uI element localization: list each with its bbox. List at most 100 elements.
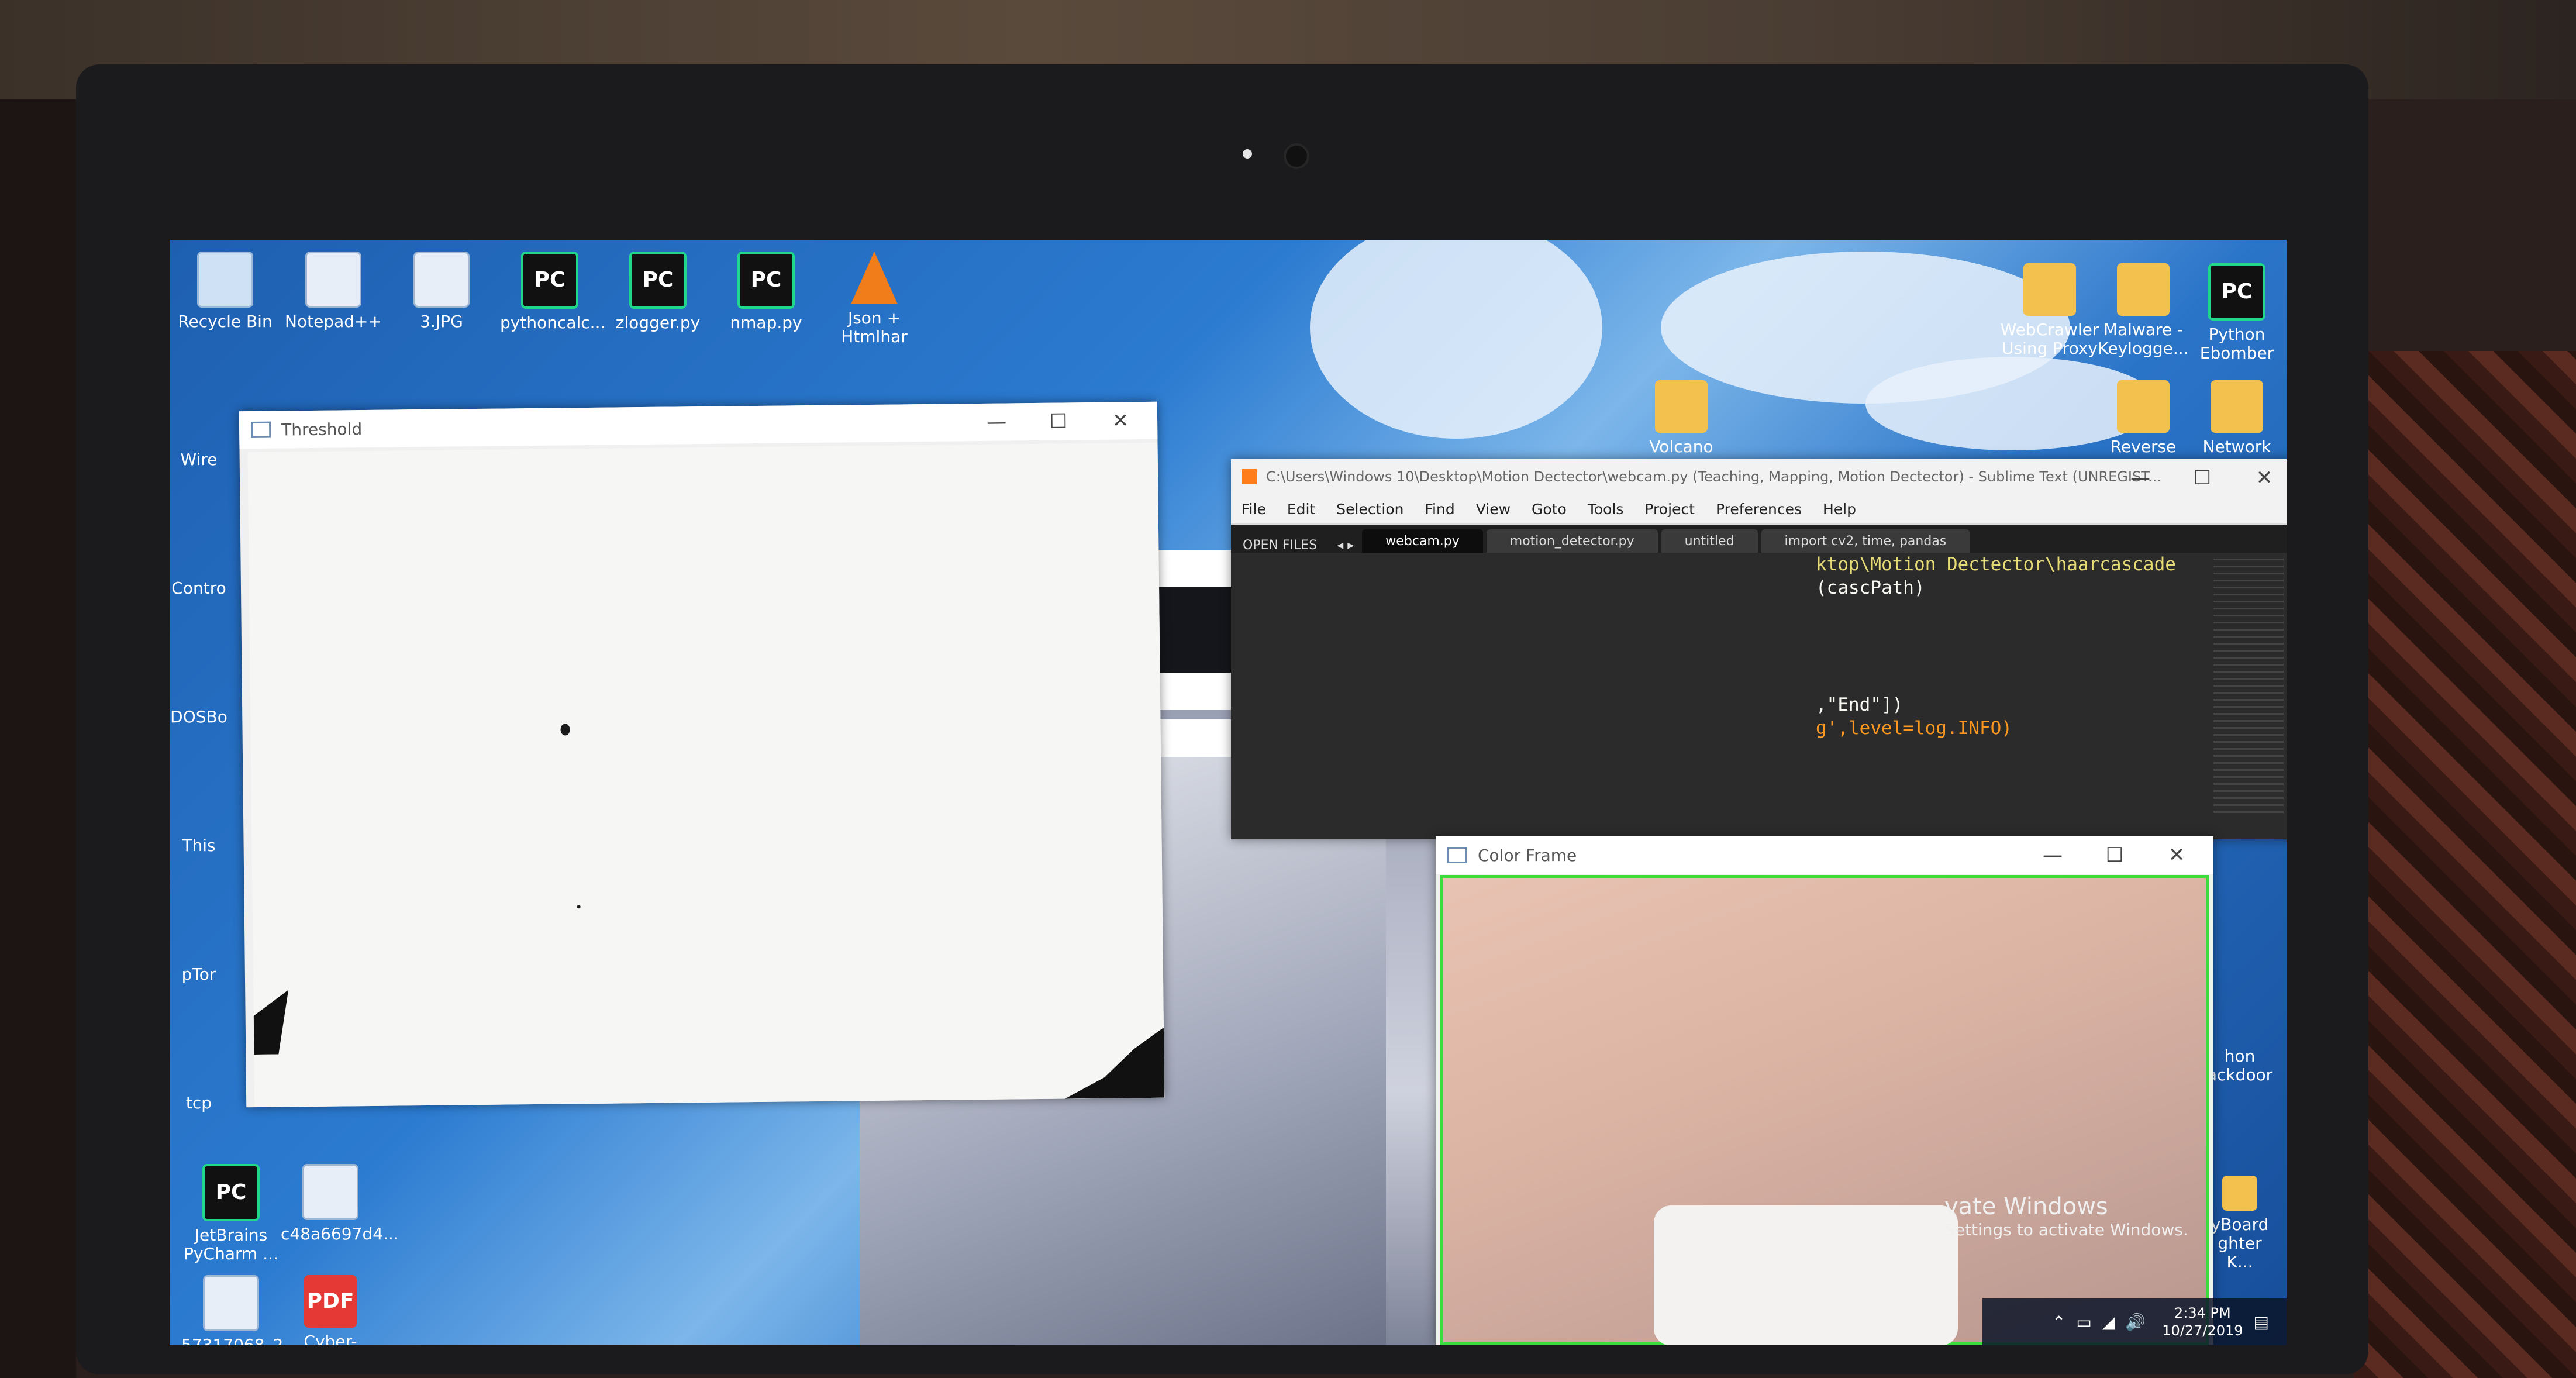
taskbar-tray: ⌃ ▭ ◢ 🔊 2:34 PM 10/27/2019 ▤: [1982, 1298, 2287, 1345]
window-app-icon: [1447, 847, 1467, 863]
threshold-speck: [560, 724, 570, 736]
menu-file[interactable]: File: [1242, 501, 1266, 518]
desktop-icon-label: WebCrawler Using Proxy: [2000, 320, 2099, 358]
webcam-icon: [1284, 143, 1309, 169]
tab-import-cv2[interactable]: import cv2, time, pandas: [1761, 529, 1970, 553]
volume-icon[interactable]: 🔊: [2125, 1312, 2146, 1332]
desktop-icon-notepad[interactable]: Notepad++: [284, 252, 383, 331]
desktop-icon-json-html[interactable]: Json + Htmlhar: [825, 252, 924, 346]
desktop-icon-label: ackdoor: [2206, 1065, 2273, 1084]
maximize-button[interactable]: ☐: [2084, 836, 2146, 874]
image-file-icon: [413, 252, 470, 308]
minimize-button[interactable]: —: [2022, 836, 2084, 874]
code-line: (cascPath): [1816, 577, 1925, 598]
desktop-icon-volcano[interactable]: Volcano: [1632, 380, 1731, 456]
desktop-icon-control[interactable]: Contro: [170, 579, 228, 598]
desktop-icon-jpg[interactable]: 3.JPG: [392, 252, 491, 331]
image-file-icon: [302, 1164, 358, 1220]
minimize-button[interactable]: —: [965, 403, 1028, 441]
battery-icon[interactable]: ▭: [2076, 1312, 2091, 1332]
code-editor[interactable]: ktop\Motion Dectector\haarcascade (cascP…: [1816, 553, 2178, 740]
minimize-button[interactable]: —: [2109, 459, 2171, 497]
maximize-button[interactable]: ☐: [2171, 459, 2233, 497]
vlc-cone-icon: [851, 252, 898, 304]
desktop-icon-network[interactable]: Network: [2187, 380, 2287, 456]
desktop-icon-label: nmap.py: [730, 313, 802, 332]
color-frame-window[interactable]: Color Frame — ☐ ✕: [1436, 836, 2213, 1345]
desktop-icon-dosbox[interactable]: DOSBo: [170, 708, 228, 726]
desktop-icon-pythoncalc[interactable]: PC pythoncalc...: [500, 252, 605, 332]
threshold-image: [247, 442, 1165, 1108]
desktop-icon-webcrawler[interactable]: WebCrawler Using Proxy: [2000, 263, 2099, 358]
notification-icon[interactable]: ▤: [2254, 1312, 2269, 1332]
window-titlebar: Threshold — ☐ ✕: [239, 401, 1158, 449]
desktop-icon-this-pc[interactable]: This: [170, 836, 228, 855]
tab-untitled[interactable]: untitled: [1661, 529, 1758, 553]
menu-edit[interactable]: Edit: [1287, 501, 1315, 518]
folder-icon: [2222, 1176, 2257, 1211]
tab-webcam[interactable]: webcam.py: [1362, 529, 1483, 553]
desktop-icon-label: Python Ebomber: [2199, 325, 2274, 363]
desktop-icon-label: Reverse: [2110, 437, 2177, 456]
chevron-up-icon[interactable]: ⌃: [2052, 1312, 2065, 1332]
desktop-icon-label: tcp: [185, 1093, 212, 1112]
desktop-icon-ebomber[interactable]: PC Python Ebomber: [2187, 263, 2287, 363]
desktop-icon-tcp[interactable]: tcp: [170, 1094, 228, 1112]
desktop-icon-wire[interactable]: Wire: [170, 450, 228, 469]
activation-subtitle: Settings to activate Windows.: [1944, 1220, 2188, 1239]
menu-tools[interactable]: Tools: [1588, 501, 1624, 518]
desktop-icon-label: Volcano: [1649, 437, 1713, 456]
desktop-icon-pycharm[interactable]: PC JetBrains PyCharm ...: [181, 1164, 281, 1263]
menu-goto[interactable]: Goto: [1532, 501, 1567, 518]
desktop-icon-cyber-han[interactable]: PDF Cyber-Han...: [281, 1275, 380, 1345]
folder-icon: [1655, 380, 1708, 433]
desktop-icon-c48a[interactable]: c48a6697d4...: [281, 1164, 399, 1243]
desktop-icon-57317068[interactable]: 57317068_2...: [181, 1275, 299, 1345]
threshold-blob-right: [1064, 1028, 1164, 1099]
desktop-icon-label: zlogger.py: [615, 313, 701, 332]
code-line: ktop\Motion Dectector\haarcascade: [1816, 554, 2176, 575]
image-file-icon: [203, 1275, 259, 1331]
desktop-icon-tor[interactable]: pTor: [170, 965, 228, 984]
sublime-text-window[interactable]: C:\Users\Windows 10\Desktop\Motion Decte…: [1231, 459, 2287, 839]
network-icon[interactable]: ◢: [2102, 1312, 2115, 1332]
tab-nav-arrows-icon[interactable]: ◂ ▸: [1329, 538, 1362, 553]
desktop-icon-malware[interactable]: Malware - Keylogge...: [2094, 263, 2193, 358]
close-button[interactable]: ✕: [2146, 836, 2208, 874]
desktop-icon-recycle-bin[interactable]: Recycle Bin: [175, 252, 275, 331]
minimap[interactable]: [2213, 559, 2284, 816]
threshold-speck: [577, 905, 581, 909]
desktop-icon-reverse[interactable]: Reverse: [2094, 380, 2193, 456]
color-frame-feed: [1440, 875, 2209, 1345]
menu-view[interactable]: View: [1476, 501, 1511, 518]
menu-find[interactable]: Find: [1425, 501, 1454, 518]
threshold-window[interactable]: Threshold — ☐ ✕: [239, 401, 1165, 1108]
desktop-icon-keyboard-fighter[interactable]: yBoard ghter K...: [2205, 1176, 2275, 1272]
menu-bar: File Edit Selection Find View Goto Tools…: [1231, 494, 2287, 525]
desktop-icon-python-backdoor[interactable]: hon ackdoor: [2205, 1047, 2275, 1084]
activation-watermark: vate Windows Settings to activate Window…: [1944, 1193, 2188, 1239]
folder-icon: [2117, 263, 2170, 316]
tab-motion-detector[interactable]: motion_detector.py: [1486, 529, 1658, 553]
menu-selection[interactable]: Selection: [1336, 501, 1403, 518]
tab-label: webcam.py: [1385, 533, 1460, 549]
menu-project[interactable]: Project: [1644, 501, 1695, 518]
desktop-icon-nmap[interactable]: PC nmap.py: [716, 252, 816, 332]
desktop-icon-label: Wire: [180, 450, 218, 469]
pycharm-icon: PC: [629, 252, 687, 309]
menu-help[interactable]: Help: [1823, 501, 1856, 518]
maximize-button[interactable]: ☐: [1027, 402, 1090, 440]
desktop-icon-label: Json + Htmlhar: [841, 308, 908, 346]
desktop-icon-label: c48a6697d4...: [281, 1224, 399, 1243]
recycle-bin-icon: [197, 252, 253, 308]
close-button[interactable]: ✕: [2233, 459, 2287, 497]
clock[interactable]: 2:34 PM 10/27/2019: [2162, 1304, 2243, 1339]
menu-preferences[interactable]: Preferences: [1716, 501, 1802, 518]
desktop-icon-zlogger[interactable]: PC zlogger.py: [608, 252, 708, 332]
camera-led: [1243, 149, 1252, 159]
sublime-logo-icon: [1242, 469, 1257, 484]
close-button[interactable]: ✕: [1089, 402, 1152, 440]
desktop-icon-label: pythoncalc...: [500, 313, 606, 332]
pycharm-icon: PC: [737, 252, 795, 309]
